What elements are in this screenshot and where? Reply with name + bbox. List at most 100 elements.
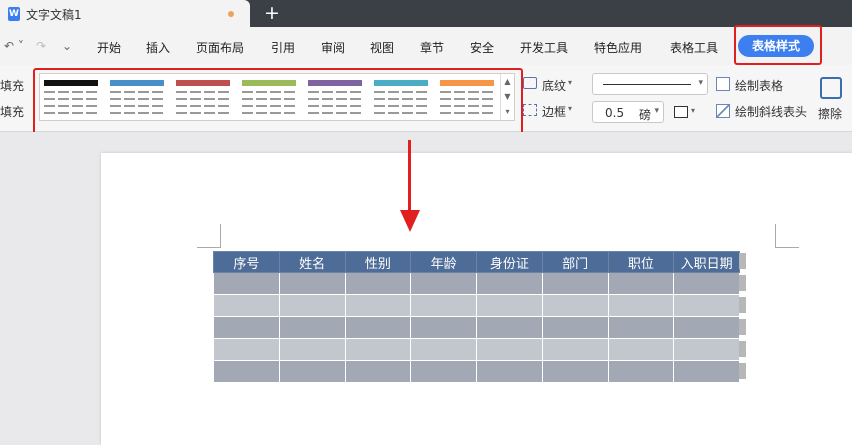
table-cell[interactable] (673, 316, 740, 339)
table-cell[interactable] (476, 272, 543, 295)
table-header-cell[interactable]: 序号 (213, 251, 280, 273)
table-header-cell[interactable]: 年龄 (410, 251, 477, 273)
menu-home[interactable]: 开始 (97, 39, 121, 56)
menu-special-apps[interactable]: 特色应用 (594, 39, 642, 56)
table-cell[interactable] (344, 272, 412, 295)
menu-developer[interactable]: 开发工具 (520, 39, 568, 56)
table-header-cell[interactable]: 身份证 (476, 251, 543, 273)
table-cell[interactable] (607, 294, 675, 317)
menu-security[interactable]: 安全 (470, 39, 494, 56)
menu-bar: ↶ ˅ ↷ ⌄ 开始 插入 页面布局 引用 审阅 视图 章节 安全 开发工具 特… (0, 27, 852, 65)
menu-page-layout[interactable]: 页面布局 (196, 39, 244, 56)
table-style-highlight-box (734, 25, 822, 65)
quick-access-more-button[interactable]: ⌄ (62, 39, 72, 53)
table-cell[interactable] (213, 294, 280, 317)
table-cell[interactable] (410, 360, 477, 383)
chevron-down-icon: ▾ (691, 106, 696, 115)
menu-references[interactable]: 引用 (271, 39, 295, 56)
table-cell[interactable] (607, 360, 675, 383)
document-title: 文字文稿1 (26, 8, 82, 22)
table-cell[interactable] (541, 294, 609, 317)
table-cell[interactable] (673, 294, 740, 317)
table-cell[interactable] (213, 272, 280, 295)
border-dropdown-icon[interactable]: ▾ (568, 104, 572, 113)
table-cell[interactable] (278, 294, 346, 317)
table-cell[interactable] (278, 272, 346, 295)
table-cell[interactable] (278, 360, 346, 383)
fill-button-1[interactable]: 填充 (0, 77, 24, 94)
shading-dropdown-icon[interactable]: ▾ (568, 78, 572, 87)
writer-doc-icon: W (8, 7, 20, 21)
row-end-marker (739, 297, 746, 313)
table-row (213, 272, 740, 295)
shading-button[interactable]: 底纹 (542, 77, 566, 94)
table-header-cell[interactable]: 性别 (344, 251, 412, 273)
line-color-button[interactable]: ▾ (674, 105, 700, 121)
unsaved-indicator-icon (228, 11, 234, 17)
table-cell[interactable] (213, 316, 280, 339)
menu-view[interactable]: 视图 (370, 39, 394, 56)
page-margin-corner-tr (775, 224, 799, 248)
table-cell[interactable] (213, 360, 280, 383)
row-end-marker (739, 275, 746, 291)
table-cell[interactable] (344, 360, 412, 383)
eraser-icon[interactable] (820, 77, 842, 99)
undo-button[interactable]: ↶ ˅ (4, 39, 24, 53)
table-cell[interactable] (476, 316, 543, 339)
document-table[interactable]: 序号 姓名 性别 年龄 身份证 部门 职位 入职日期 (213, 251, 740, 383)
row-end-marker (739, 363, 746, 379)
table-header-cell[interactable]: 职位 (607, 251, 675, 273)
fill-button-2[interactable]: 填充 (0, 103, 24, 120)
table-header-cell[interactable]: 姓名 (278, 251, 346, 273)
menu-table-tools[interactable]: 表格工具 (670, 39, 718, 56)
table-cell[interactable] (410, 272, 477, 295)
chevron-down-icon: ▾ (698, 78, 703, 88)
table-cell[interactable] (607, 316, 675, 339)
line-color-icon (674, 106, 688, 118)
menu-section[interactable]: 章节 (420, 39, 444, 56)
menu-review[interactable]: 审阅 (321, 39, 345, 56)
table-cell[interactable] (541, 316, 609, 339)
table-row (213, 360, 740, 383)
table-cell[interactable] (607, 272, 675, 295)
line-weight-select[interactable]: 0.5 磅 ▾ (592, 101, 664, 123)
table-cell[interactable] (278, 316, 346, 339)
annotation-arrow-head-icon (400, 210, 420, 232)
table-cell[interactable] (410, 338, 477, 361)
table-header-cell[interactable]: 入职日期 (673, 251, 740, 273)
table-cell[interactable] (278, 338, 346, 361)
table-cell[interactable] (410, 316, 477, 339)
table-cell[interactable] (344, 294, 412, 317)
draw-diagonal-header-button[interactable]: 绘制斜线表头 (735, 103, 807, 120)
table-cell[interactable] (476, 338, 543, 361)
document-tab[interactable]: W 文字文稿1 (0, 0, 250, 27)
table-cell[interactable] (541, 360, 609, 383)
table-cell[interactable] (541, 272, 609, 295)
table-cell[interactable] (410, 294, 477, 317)
table-cell[interactable] (607, 338, 675, 361)
table-cell[interactable] (213, 338, 280, 361)
table-cell[interactable] (344, 338, 412, 361)
table-cell[interactable] (673, 360, 740, 383)
row-end-marker (739, 319, 746, 335)
draw-table-button[interactable]: 绘制表格 (735, 77, 783, 94)
erase-button[interactable]: 擦除 (818, 105, 842, 122)
new-tab-button[interactable]: + (262, 2, 282, 24)
table-cell[interactable] (476, 294, 543, 317)
table-cell[interactable] (541, 338, 609, 361)
border-icon (523, 104, 537, 116)
table-cell[interactable] (476, 360, 543, 383)
table-row (213, 294, 740, 317)
table-header-cell[interactable]: 部门 (541, 251, 609, 273)
line-weight-unit: 磅 (639, 108, 652, 122)
redo-button[interactable]: ↷ (36, 39, 46, 53)
table-cell[interactable] (344, 316, 412, 339)
table-header-row: 序号 姓名 性别 年龄 身份证 部门 职位 入职日期 (213, 251, 740, 273)
table-cell[interactable] (673, 272, 740, 295)
table-cell[interactable] (673, 338, 740, 361)
style-gallery-highlight-box (33, 68, 523, 138)
row-end-marker (739, 253, 746, 269)
line-style-select[interactable]: ▾ (592, 73, 708, 95)
menu-insert[interactable]: 插入 (146, 39, 170, 56)
border-button[interactable]: 边框 (542, 103, 566, 120)
